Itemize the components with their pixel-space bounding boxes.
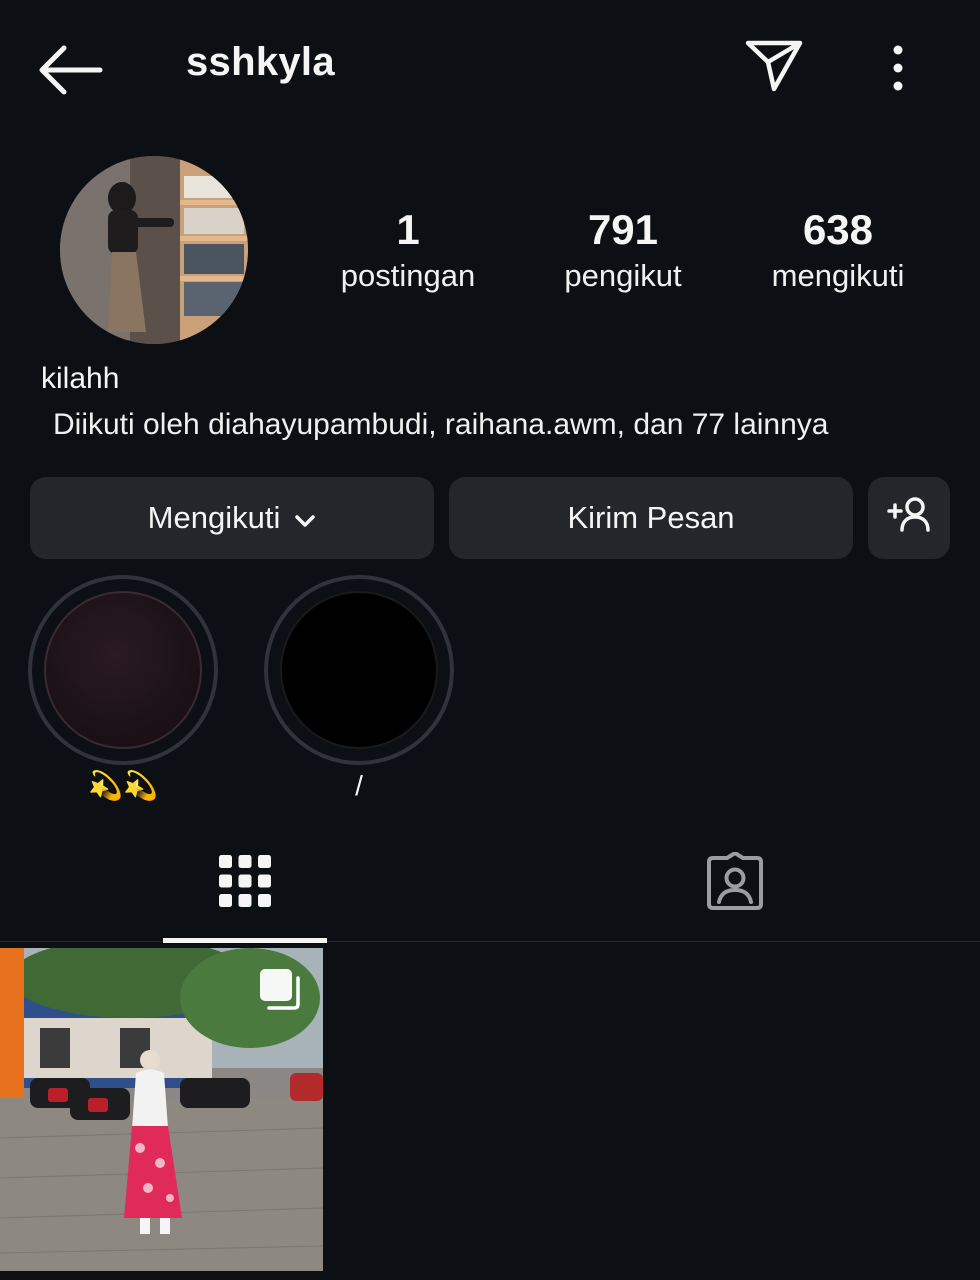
message-button-label: Kirim Pesan	[567, 500, 735, 535]
story-highlight[interactable]: /	[264, 575, 454, 803]
profile-tabs	[0, 820, 980, 943]
highlight-ring	[28, 575, 218, 765]
highlight-cover	[44, 591, 202, 749]
stat-following-label: mengikuti	[771, 258, 905, 293]
chevron-down-icon	[294, 500, 316, 536]
profile-username: sshkyla	[186, 40, 335, 84]
add-user-button[interactable]	[868, 477, 950, 559]
profile-full-name: kilahh	[41, 362, 120, 395]
following-button-label: Mengikuti	[147, 500, 281, 535]
tagged-person-icon	[705, 851, 765, 915]
tab-posts-grid[interactable]	[163, 820, 327, 943]
back-arrow-icon[interactable]	[38, 44, 104, 96]
highlight-label: 💫💫	[88, 770, 158, 801]
multiple-photos-icon	[259, 968, 303, 1017]
following-button[interactable]: Mengikuti	[30, 477, 434, 559]
stat-followers-label: pengikut	[564, 258, 682, 293]
message-button[interactable]: Kirim Pesan	[449, 477, 853, 559]
profile-avatar[interactable]	[60, 156, 248, 344]
stat-posts-value: 1	[396, 206, 420, 253]
highlight-ring	[264, 575, 454, 765]
story-highlight[interactable]: 💫💫	[28, 575, 218, 803]
stat-following-value: 638	[802, 206, 874, 253]
top-bar: sshkyla	[0, 0, 980, 140]
highlight-cover	[280, 591, 438, 749]
post-thumbnail[interactable]	[0, 948, 323, 1271]
profile-page: sshkyla 1 postingan 791 pengikut 638 men…	[0, 0, 980, 1280]
stat-posts-label: postingan	[340, 258, 476, 293]
highlight-label: /	[355, 770, 363, 801]
add-person-icon	[886, 496, 932, 540]
stat-following[interactable]: 638 mengikuti	[748, 204, 928, 296]
stat-posts[interactable]: 1 postingan	[318, 204, 498, 296]
tab-tagged[interactable]	[653, 820, 817, 942]
paper-plane-icon[interactable]	[744, 38, 804, 94]
vertical-dots-icon[interactable]	[880, 40, 916, 96]
grid-icon	[218, 854, 272, 913]
stat-followers[interactable]: 791 pengikut	[533, 204, 713, 296]
mutual-followers-text[interactable]: Diikuti oleh diahayupambudi, raihana.awm…	[53, 408, 829, 442]
stat-followers-value: 791	[587, 206, 659, 253]
active-tab-indicator	[163, 938, 327, 943]
